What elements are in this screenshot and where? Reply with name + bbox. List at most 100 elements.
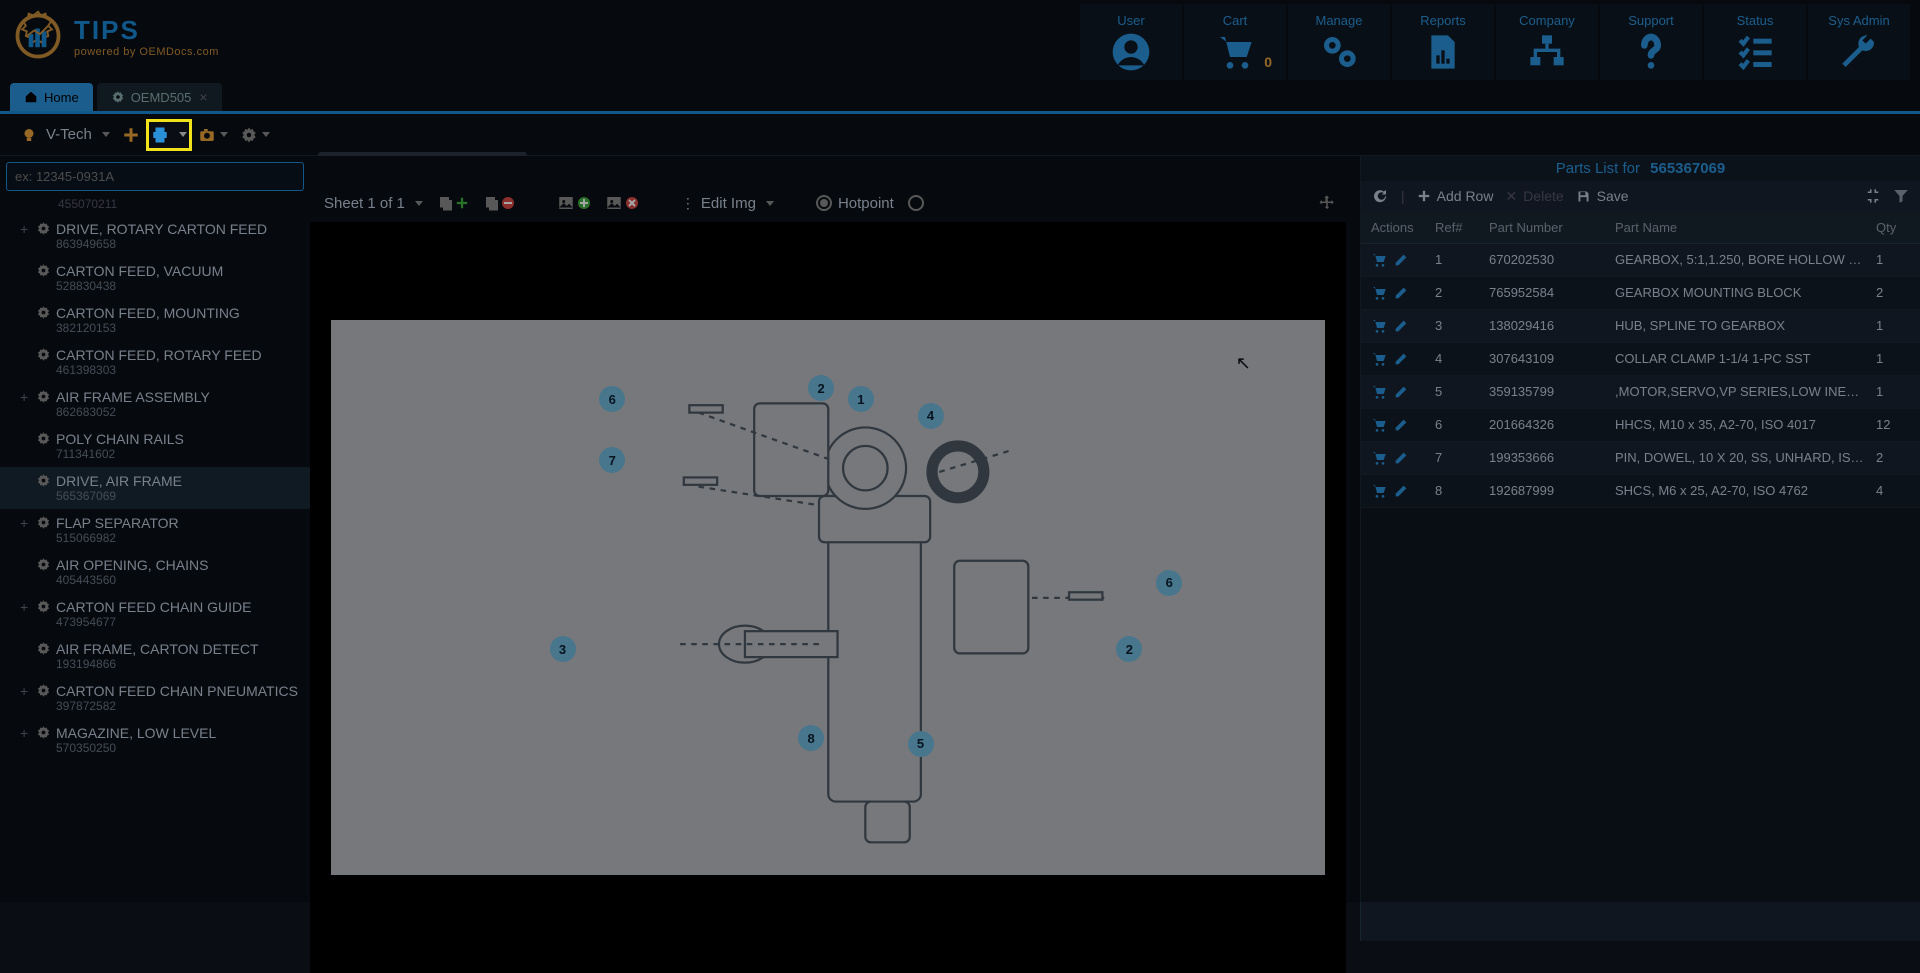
- cell-part-name: HUB, SPLINE TO GEARBOX: [1615, 318, 1876, 334]
- drawing-canvas[interactable]: 6214736285 ↖: [331, 320, 1326, 876]
- cart-icon[interactable]: [1371, 285, 1387, 301]
- cart-icon[interactable]: [1371, 450, 1387, 466]
- drawing-viewer[interactable]: 6214736285 ↖: [310, 222, 1346, 973]
- move-icon[interactable]: [1318, 194, 1336, 212]
- save-button[interactable]: Save: [1576, 188, 1629, 204]
- cart-icon[interactable]: [1371, 483, 1387, 499]
- gear-icon[interactable]: [240, 126, 258, 144]
- table-row[interactable]: 8 192687999 SHCS, M6 x 25, A2-70, ISO 47…: [1361, 475, 1920, 508]
- cell-ref: 3: [1429, 318, 1489, 334]
- camera-icon[interactable]: [198, 126, 216, 144]
- table-row[interactable]: 6 201664326 HHCS, M10 x 35, A2-70, ISO 4…: [1361, 409, 1920, 442]
- col-ref[interactable]: Ref#: [1429, 220, 1489, 235]
- tree-item[interactable]: + AIR FRAME ASSEMBLY 862683052: [0, 383, 310, 425]
- bulb-icon[interactable]: [20, 126, 38, 144]
- expand-icon[interactable]: +: [20, 221, 36, 237]
- tree-item[interactable]: POLY CHAIN RAILS 711341602: [0, 425, 310, 467]
- edit-icon[interactable]: [1393, 483, 1409, 499]
- table-row[interactable]: 2 765952584 GEARBOX MOUNTING BLOCK 2: [1361, 277, 1920, 310]
- tab-oemd505[interactable]: OEMD505 ×: [97, 83, 222, 111]
- edit-icon[interactable]: [1393, 351, 1409, 367]
- table-row[interactable]: 7 199353666 PIN, DOWEL, 10 X 20, SS, UNH…: [1361, 442, 1920, 475]
- edit-icon[interactable]: [1393, 252, 1409, 268]
- table-row[interactable]: 3 138029416 HUB, SPLINE TO GEARBOX 1: [1361, 310, 1920, 343]
- cell-part-number: 199353666: [1489, 450, 1615, 466]
- table-row[interactable]: 4 307643109 COLLAR CLAMP 1-1/4 1-PC SST …: [1361, 343, 1920, 376]
- cart-icon[interactable]: [1371, 384, 1387, 400]
- callout-4[interactable]: 4: [918, 403, 944, 429]
- callout-3[interactable]: 3: [550, 636, 576, 662]
- print-icon[interactable]: [151, 126, 169, 144]
- topnav-manage[interactable]: Manage: [1288, 4, 1390, 80]
- tree-id: 862683052: [56, 405, 210, 419]
- hotpoint-radio-on[interactable]: Hotpoint: [816, 195, 894, 212]
- logo[interactable]: TIPS powered by OEMDocs.com: [0, 0, 229, 72]
- cart-icon[interactable]: [1371, 318, 1387, 334]
- topnav-reports[interactable]: Reports: [1392, 4, 1494, 80]
- dropdown-caret-icon[interactable]: [102, 132, 110, 137]
- tree-item[interactable]: + CARTON FEED CHAIN GUIDE 473954677: [0, 593, 310, 635]
- tree-item[interactable]: + CARTON FEED CHAIN PNEUMATICS 397872582: [0, 677, 310, 719]
- tree-item[interactable]: + DRIVE, ROTARY CARTON FEED 863949658: [0, 215, 310, 257]
- edit-icon[interactable]: [1393, 285, 1409, 301]
- edit-icon[interactable]: [1393, 318, 1409, 334]
- tree-item[interactable]: CARTON FEED, VACUUM 528830438: [0, 257, 310, 299]
- tree-item[interactable]: CARTON FEED, ROTARY FEED 461398303: [0, 341, 310, 383]
- edit-img-menu[interactable]: ⋮ Edit Img: [681, 195, 774, 212]
- tree-item[interactable]: AIR OPENING, CHAINS 405443560: [0, 551, 310, 593]
- topnav-user[interactable]: User: [1080, 4, 1182, 80]
- tree-item[interactable]: + FLAP SEPARATOR 515066982: [0, 509, 310, 551]
- delete-button[interactable]: ✕ Delete: [1505, 188, 1563, 205]
- sheet-selector[interactable]: Sheet 1 of 1: [324, 195, 423, 212]
- col-qty[interactable]: Qty: [1876, 220, 1920, 235]
- copy-add-button[interactable]: [437, 194, 469, 212]
- table-row[interactable]: 5 359135799 ,MOTOR,SERVO,VP SERIES,LOW I…: [1361, 376, 1920, 409]
- cart-icon[interactable]: [1371, 252, 1387, 268]
- tree[interactable]: + DRIVE, ROTARY CARTON FEED 863949658 CA…: [0, 211, 310, 941]
- expand-icon[interactable]: +: [20, 683, 36, 699]
- refresh-icon[interactable]: [1371, 187, 1389, 205]
- topnav-sys-admin[interactable]: Sys Admin: [1808, 4, 1910, 80]
- topnav-status[interactable]: Status: [1704, 4, 1806, 80]
- filter-icon[interactable]: [1892, 187, 1910, 205]
- project-label[interactable]: V-Tech: [46, 126, 92, 143]
- print-button-highlighted[interactable]: [146, 119, 192, 151]
- expand-icon[interactable]: +: [20, 389, 36, 405]
- col-part-number[interactable]: Part Number: [1489, 220, 1615, 235]
- plus-icon[interactable]: [122, 126, 140, 144]
- topnav-cart[interactable]: Cart 0: [1184, 4, 1286, 80]
- tab-home[interactable]: Home: [10, 83, 93, 111]
- dropdown-caret-icon[interactable]: [220, 132, 228, 137]
- topnav-company[interactable]: Company: [1496, 4, 1598, 80]
- add-row-button[interactable]: Add Row: [1417, 188, 1494, 204]
- compress-icon[interactable]: [1864, 187, 1882, 205]
- image-add-button[interactable]: [557, 194, 591, 212]
- expand-icon[interactable]: +: [20, 725, 36, 741]
- tree-item[interactable]: DRIVE, AIR FRAME 565367069: [0, 467, 310, 509]
- cart-icon[interactable]: [1371, 417, 1387, 433]
- dropdown-caret-icon[interactable]: [262, 132, 270, 137]
- tree-item[interactable]: + MAGAZINE, LOW LEVEL 570350250: [0, 719, 310, 761]
- edit-icon[interactable]: [1393, 450, 1409, 466]
- tree-id: 528830438: [56, 279, 223, 293]
- tree-item[interactable]: AIR FRAME, CARTON DETECT 193194866: [0, 635, 310, 677]
- edit-icon[interactable]: [1393, 417, 1409, 433]
- cell-qty: 2: [1876, 285, 1920, 301]
- search-input[interactable]: [6, 162, 304, 191]
- close-icon[interactable]: ×: [199, 89, 207, 105]
- expand-icon[interactable]: +: [20, 515, 36, 531]
- callout-5[interactable]: 5: [908, 731, 934, 757]
- topnav-support[interactable]: Support: [1600, 4, 1702, 80]
- hotpoint-radio-off[interactable]: [908, 195, 924, 211]
- copy-remove-button[interactable]: [483, 194, 515, 212]
- dropdown-caret-icon[interactable]: [179, 132, 187, 137]
- cart-icon[interactable]: [1371, 351, 1387, 367]
- image-remove-button[interactable]: [605, 194, 639, 212]
- col-part-name[interactable]: Part Name: [1615, 220, 1876, 235]
- callout-6[interactable]: 6: [1156, 570, 1182, 596]
- edit-icon[interactable]: [1393, 384, 1409, 400]
- table-row[interactable]: 1 670202530 GEARBOX, 5:1,1.250, BORE HOL…: [1361, 244, 1920, 277]
- tree-item[interactable]: CARTON FEED, MOUNTING 382120153: [0, 299, 310, 341]
- expand-icon[interactable]: +: [20, 599, 36, 615]
- callout-1[interactable]: 1: [848, 386, 874, 412]
